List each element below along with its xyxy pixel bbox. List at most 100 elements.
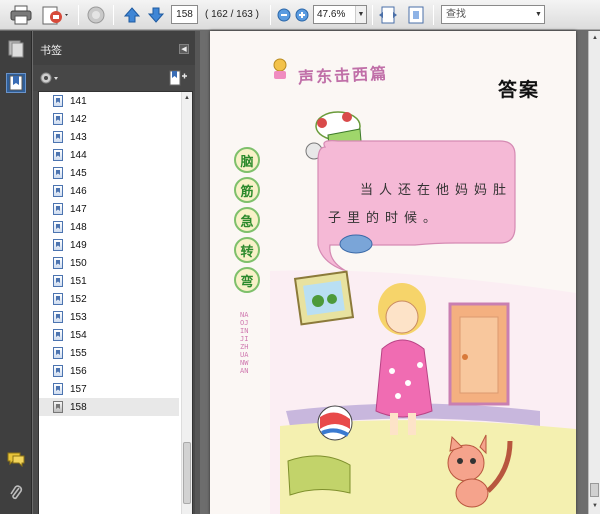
bookmark-icon: [53, 149, 63, 161]
page-number-input[interactable]: 158: [171, 5, 198, 24]
zoom-select[interactable]: 47.6% ▼: [313, 5, 367, 24]
bookmark-label: 151: [70, 275, 87, 287]
bookmark-item[interactable]: 154: [39, 326, 179, 344]
bookmark-icon: [53, 329, 63, 341]
zoom-in-icon: [295, 8, 309, 22]
navigation-rail: [0, 31, 32, 514]
previous-page-button[interactable]: [121, 4, 143, 26]
panel-toolbar: [33, 65, 195, 91]
bookmark-item[interactable]: 146: [39, 182, 179, 200]
bookmark-item[interactable]: 151: [39, 272, 179, 290]
bookmark-item[interactable]: 156: [39, 362, 179, 380]
document-share-icon: [42, 6, 68, 25]
zoom-in-button[interactable]: [294, 4, 310, 26]
bookmark-label: 152: [70, 293, 87, 305]
toolbar-separator: [270, 5, 271, 25]
chevron-down-icon[interactable]: ▼: [533, 6, 544, 23]
bookmark-list: 141 142 143 144 145 146 147 148 149 150 151 152 153 1…: [38, 91, 193, 514]
bookmark-icon: [53, 221, 63, 233]
attachments-panel-button[interactable]: [6, 483, 26, 503]
side-title-char: 急: [234, 207, 260, 233]
document-scrollbar[interactable]: ▲ ▼: [588, 31, 600, 514]
scroll-up-arrow-icon[interactable]: ▲: [182, 92, 192, 103]
side-title-char: 转: [234, 237, 260, 263]
bookmark-item[interactable]: 143: [39, 128, 179, 146]
bookmark-label: 144: [70, 149, 87, 161]
fit-width-button[interactable]: [377, 4, 399, 26]
scrollbar-thumb[interactable]: [183, 442, 191, 504]
scroll-up-arrow-icon[interactable]: ▲: [590, 32, 600, 44]
bookmark-label: 142: [70, 113, 87, 125]
bookmarks-panel: 书签 ◀ 141 142 143 144 145 146 147 148 149 150 151 15…: [33, 31, 195, 514]
document-page: 声东击西篇 答案 脑 筋 急 转 弯 NAOJINJIZHUANWAN 当人还在…: [210, 31, 576, 514]
share-button[interactable]: [40, 4, 72, 26]
bookmark-icon: [53, 203, 63, 215]
toolbar-separator: [113, 5, 114, 25]
bookmark-icon: [53, 131, 63, 143]
scroll-down-arrow-icon[interactable]: ▼: [590, 500, 600, 512]
bookmark-icon: [53, 383, 63, 395]
hand-tool-icon: [87, 6, 105, 24]
page-count: ( 162 / 163 ): [205, 9, 259, 20]
fit-page-button[interactable]: [405, 4, 427, 26]
paperclip-icon: [10, 485, 23, 500]
bookmark-icon: [53, 257, 63, 269]
side-title-char: 筋: [234, 177, 260, 203]
options-menu-button[interactable]: [39, 70, 61, 86]
find-placeholder: 查找: [446, 9, 466, 20]
pages-panel-button[interactable]: [6, 39, 26, 59]
print-icon: [10, 5, 32, 25]
bookmark-item[interactable]: 144: [39, 146, 179, 164]
side-title-char: 弯: [234, 267, 260, 293]
bookmark-label: 146: [70, 185, 87, 197]
bookmark-icon: [53, 239, 63, 251]
print-button[interactable]: [8, 4, 34, 26]
chevron-down-icon[interactable]: ▼: [355, 6, 366, 23]
bookmark-item[interactable]: 152: [39, 290, 179, 308]
bookmarks-panel-button[interactable]: [6, 73, 26, 93]
collapse-panel-button[interactable]: ◀: [179, 44, 189, 54]
bookmark-item[interactable]: 145: [39, 164, 179, 182]
bookmark-item[interactable]: 141: [39, 92, 179, 110]
new-bookmark-button[interactable]: [168, 69, 188, 87]
bookmark-item[interactable]: 153: [39, 308, 179, 326]
bookmark-icon: [53, 401, 63, 413]
bookmark-label: 154: [70, 329, 87, 341]
bookmark-item[interactable]: 150: [39, 254, 179, 272]
page-illustration: [270, 58, 576, 514]
bookmark-label: 145: [70, 167, 87, 179]
bookmark-label: 147: [70, 203, 87, 215]
bookmark-icon: [53, 311, 63, 323]
bookmark-icon: [53, 95, 63, 107]
hand-tool-button[interactable]: [84, 4, 108, 26]
bookmark-item[interactable]: 157: [39, 380, 179, 398]
scrollbar-thumb[interactable]: [590, 483, 599, 497]
answer-text-line: 当人还在他妈妈肚: [360, 183, 513, 198]
zoom-out-button[interactable]: [276, 4, 292, 26]
toolbar: 158 ( 162 / 163 ) 47.6% ▼ 查找 ▼: [0, 0, 600, 30]
bookmark-label: 143: [70, 131, 87, 143]
bookmark-icon: [53, 167, 63, 179]
document-viewport: 声东击西篇 答案 脑 筋 急 转 弯 NAOJINJIZHUANWAN 当人还在…: [200, 31, 588, 514]
bookmark-item[interactable]: 147: [39, 200, 179, 218]
bookmark-item[interactable]: 148: [39, 218, 179, 236]
arrow-down-icon: [147, 7, 165, 23]
bookmark-item[interactable]: 149: [39, 236, 179, 254]
bookmark-icon: [53, 347, 63, 359]
comment-icon: [7, 452, 25, 467]
fit-page-icon: [408, 6, 424, 24]
bookmark-list-scrollbar[interactable]: ▲ ▼: [181, 92, 192, 514]
bookmark-item[interactable]: 158: [39, 398, 179, 416]
bookmark-item[interactable]: 155: [39, 344, 179, 362]
toolbar-separator: [372, 5, 373, 25]
bookmark-icon: [53, 365, 63, 377]
bookmark-label: 150: [70, 257, 87, 269]
toolbar-separator: [78, 5, 79, 25]
next-page-button[interactable]: [145, 4, 167, 26]
bookmark-item[interactable]: 142: [39, 110, 179, 128]
bookmark-label: 153: [70, 311, 87, 323]
comments-panel-button[interactable]: [6, 449, 26, 469]
zoom-out-icon: [277, 8, 291, 22]
find-input[interactable]: 查找 ▼: [441, 5, 545, 24]
panel-title: 书签: [40, 45, 62, 57]
